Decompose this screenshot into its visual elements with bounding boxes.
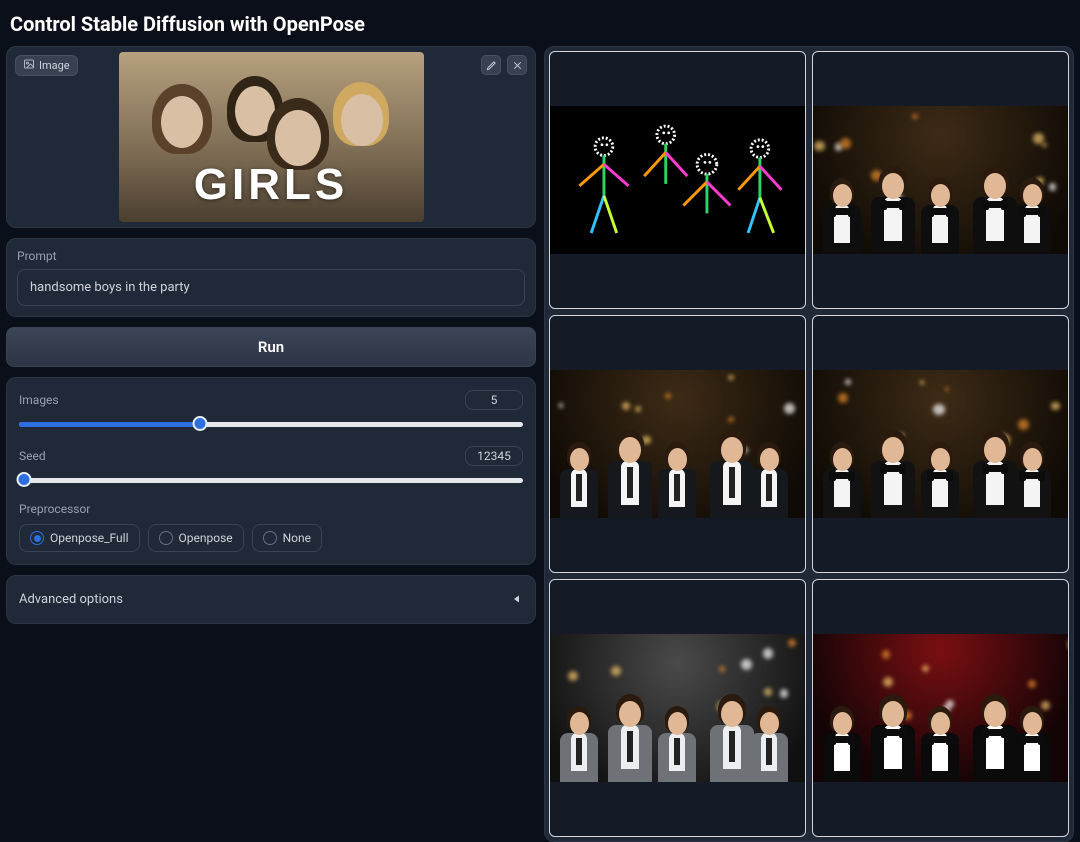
- prompt-panel: Prompt: [6, 238, 536, 317]
- preprocessor-group: Preprocessor Openpose_Full Openpose None: [19, 502, 523, 552]
- images-value[interactable]: 5: [465, 390, 523, 410]
- image-overlay-text: GIRLS: [194, 160, 348, 210]
- clear-image-button[interactable]: [507, 55, 527, 75]
- images-label: Images: [19, 393, 59, 407]
- radio-label: Openpose_Full: [50, 531, 129, 545]
- images-slider-row: Images 5: [19, 390, 523, 428]
- gallery-cell-3[interactable]: [812, 315, 1069, 573]
- gallery-cell-1[interactable]: [812, 51, 1069, 309]
- uploaded-image[interactable]: GIRLS: [119, 52, 424, 222]
- generated-image: [550, 634, 805, 782]
- seed-label: Seed: [19, 449, 46, 463]
- radio-dot-icon: [30, 531, 44, 545]
- prompt-label: Prompt: [17, 249, 525, 263]
- seed-slider[interactable]: [19, 474, 523, 484]
- page-title: Control Stable Diffusion with OpenPose: [6, 0, 1074, 46]
- edit-image-button[interactable]: [481, 55, 501, 75]
- controls-column: Image GIRLS Prompt: [6, 46, 536, 842]
- triangle-left-icon: [511, 590, 523, 609]
- radio-label: Openpose: [179, 531, 233, 545]
- close-icon: [512, 56, 523, 75]
- image-chip-label: Image: [39, 59, 70, 72]
- advanced-options-toggle[interactable]: Advanced options: [6, 575, 536, 624]
- prompt-input[interactable]: [17, 269, 525, 306]
- gallery-column: [544, 46, 1074, 842]
- seed-value[interactable]: 12345: [465, 446, 523, 466]
- advanced-options-label: Advanced options: [19, 592, 123, 607]
- radio-dot-icon: [159, 531, 173, 545]
- generated-image: [813, 106, 1068, 254]
- pencil-icon: [486, 56, 497, 75]
- generated-image: [813, 634, 1068, 782]
- radio-dot-icon: [263, 531, 277, 545]
- gallery-cell-2[interactable]: [549, 315, 806, 573]
- preprocessor-option-none[interactable]: None: [252, 524, 322, 552]
- preprocessor-option-openpose_full[interactable]: Openpose_Full: [19, 524, 140, 552]
- seed-slider-row: Seed 12345: [19, 446, 523, 484]
- generated-image: [550, 370, 805, 518]
- sliders-panel: Images 5 Seed 12345: [6, 377, 536, 565]
- image-icon: [23, 58, 35, 73]
- input-image-panel: Image GIRLS: [6, 46, 536, 228]
- preprocessor-option-openpose[interactable]: Openpose: [148, 524, 244, 552]
- output-gallery: [544, 46, 1074, 842]
- gallery-cell-4[interactable]: [549, 579, 806, 837]
- run-button[interactable]: Run: [6, 327, 536, 367]
- image-source-chip[interactable]: Image: [15, 55, 78, 76]
- gallery-cell-5[interactable]: [812, 579, 1069, 837]
- images-slider[interactable]: [19, 418, 523, 428]
- radio-label: None: [283, 531, 311, 545]
- preprocessor-label: Preprocessor: [19, 502, 523, 516]
- gallery-cell-0[interactable]: [549, 51, 806, 309]
- generated-image: [813, 370, 1068, 518]
- openpose-preview: [550, 106, 805, 254]
